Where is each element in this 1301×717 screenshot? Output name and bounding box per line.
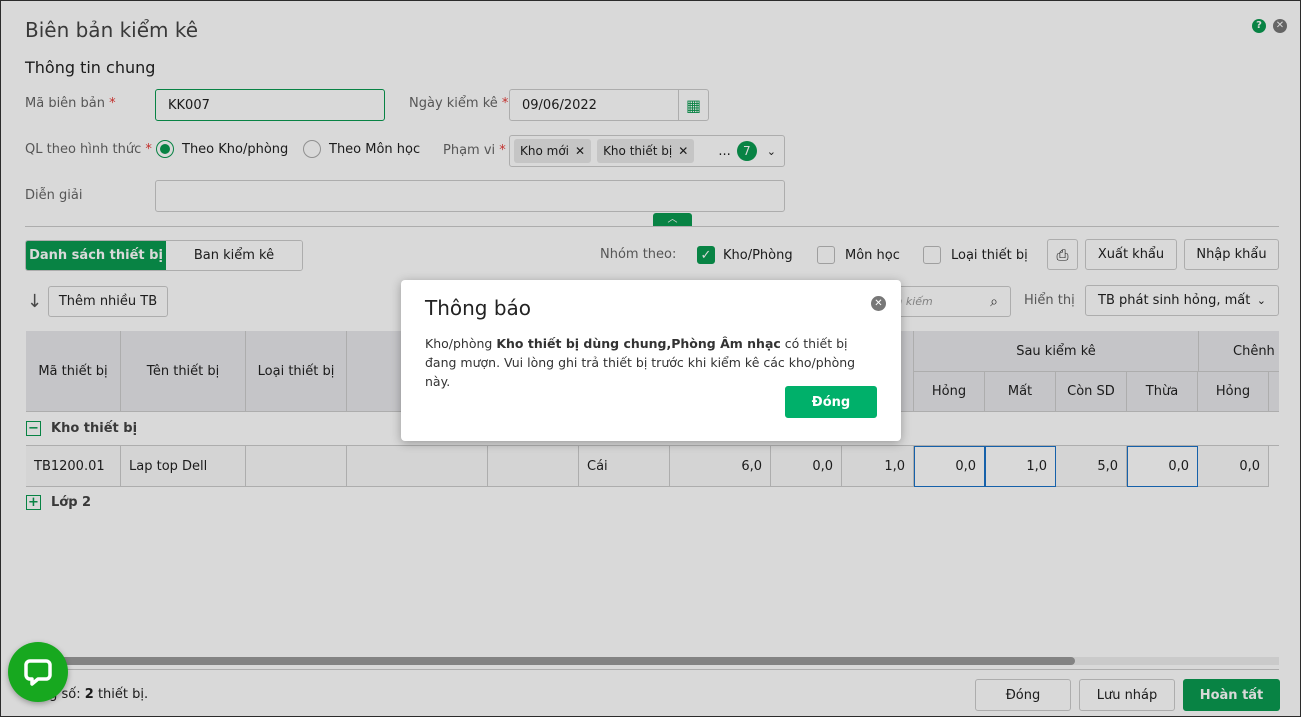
- chat-bubble-icon: [24, 659, 52, 686]
- chat-button[interactable]: [8, 642, 68, 702]
- dialog-close-icon[interactable]: ✕: [871, 296, 886, 311]
- dialog-title: Thông báo: [425, 296, 532, 320]
- msg-room-2: Phòng Âm nhạc: [671, 336, 781, 351]
- dialog-message: Kho/phòng Kho thiết bị dùng chung,Phòng …: [425, 334, 865, 391]
- msg-text: Kho/phòng: [425, 336, 497, 351]
- dialog-ok-button[interactable]: Đóng: [785, 386, 877, 418]
- msg-room-1: Kho thiết bị dùng chung,: [496, 336, 672, 351]
- notification-dialog: Thông báo ✕ Kho/phòng Kho thiết bị dùng …: [401, 280, 901, 441]
